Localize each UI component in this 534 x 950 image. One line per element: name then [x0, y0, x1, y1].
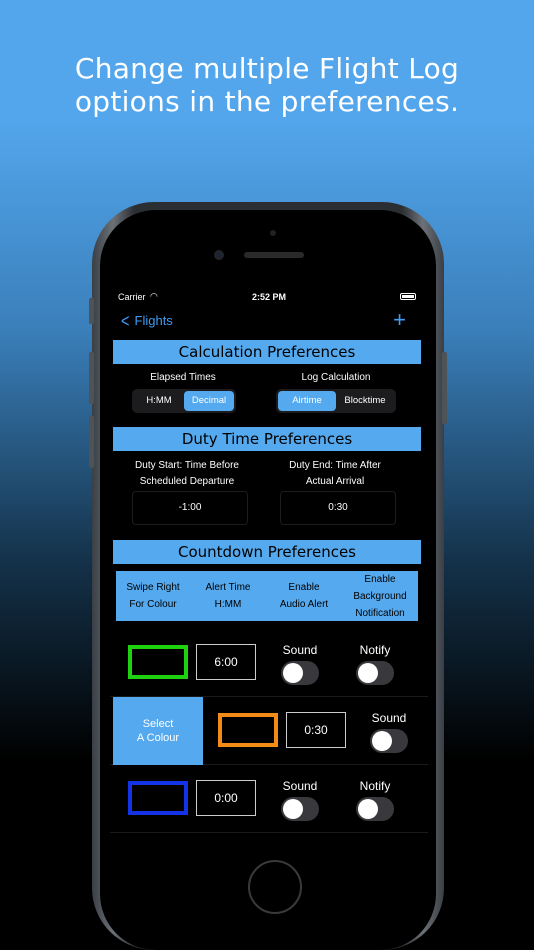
sound-label: Sound	[282, 779, 318, 793]
earpiece-speaker	[244, 252, 304, 258]
proximity-sensor	[270, 230, 276, 236]
countdown-row: 6:00 Sound Notify	[110, 629, 428, 697]
status-time: 2:52 PM	[251, 292, 286, 302]
sound-label: Sound	[371, 711, 407, 725]
select-colour-label-2: A Colour	[136, 732, 180, 744]
sound-label: Sound	[282, 643, 318, 657]
volume-up-button	[89, 352, 94, 404]
duty-start-label: Duty Start: Time Before Scheduled Depart…	[122, 458, 252, 490]
calculation-section-header: Calculation Preferences	[113, 340, 421, 364]
duty-section-header: Duty Time Preferences	[113, 427, 421, 451]
status-bar: Carrier ◠ 2:52 PM	[110, 291, 428, 305]
notify-label: Notify	[359, 643, 391, 657]
notify-toggle[interactable]	[356, 797, 394, 821]
headline: Change multiple Flight Log options in th…	[0, 52, 534, 118]
back-button[interactable]: < Flights	[120, 310, 173, 331]
column-header-swipe: Swipe Right For Colour	[126, 582, 180, 610]
sound-toggle[interactable]	[370, 729, 408, 753]
countdown-column-headers: Swipe Right For Colour Alert Time H:MM Ena…	[116, 571, 418, 621]
duty-start-field[interactable]: -1:00	[132, 491, 248, 525]
column-header-alert-time: Alert Time H:MM	[205, 582, 251, 610]
select-colour-button[interactable]: Select A Colour	[113, 697, 203, 765]
column-header-notification: Enable Background Notification	[353, 573, 407, 619]
back-label: Flights	[134, 313, 173, 328]
segment-decimal[interactable]: Decimal	[184, 391, 234, 411]
navigation-bar: < Flights +	[110, 307, 428, 333]
elapsed-times-label: Elapsed Times	[150, 372, 216, 383]
countdown-section-header: Countdown Preferences	[113, 540, 421, 564]
duty-end-label: Duty End: Time After Actual Arrival	[270, 458, 400, 490]
home-button[interactable]	[248, 860, 302, 914]
alert-time-field[interactable]: 6:00	[196, 644, 256, 680]
headline-line-2: options in the preferences.	[74, 85, 460, 118]
notify-toggle[interactable]	[356, 661, 394, 685]
volume-down-button	[89, 416, 94, 468]
segment-airtime[interactable]: Airtime	[278, 391, 336, 411]
app-screen: Carrier ◠ 2:52 PM < Flights + Calculatio…	[110, 287, 428, 835]
colour-swatch[interactable]	[128, 645, 188, 679]
alert-time-field[interactable]: 0:00	[196, 780, 256, 816]
notify-label: Notify	[359, 779, 391, 793]
front-camera-icon	[214, 250, 224, 260]
sound-toggle[interactable]	[281, 797, 319, 821]
colour-swatch[interactable]	[128, 781, 188, 815]
segment-hmm[interactable]: H:MM	[134, 391, 184, 411]
silent-switch	[89, 298, 94, 324]
alert-time-field[interactable]: 0:30	[286, 712, 346, 748]
log-calculation-segmented-control: Airtime Blocktime	[276, 389, 396, 413]
duty-start-label-line-1: Duty Start: Time Before	[135, 460, 239, 471]
colour-swatch[interactable]	[218, 713, 278, 747]
countdown-row: 0:00 Sound Notify	[110, 765, 428, 833]
battery-icon	[400, 293, 416, 300]
duty-end-field[interactable]: 0:30	[280, 491, 396, 525]
duty-end-label-line-2: Actual Arrival	[305, 476, 365, 487]
column-header-audio-alert: Enable Audio Alert	[279, 582, 329, 610]
duty-start-label-line-2: Scheduled Departure	[139, 476, 235, 487]
plus-icon[interactable]: +	[393, 307, 406, 333]
headline-line-1: Change multiple Flight Log	[74, 52, 460, 85]
log-calculation-label: Log Calculation	[301, 372, 371, 383]
elapsed-times-segmented-control: H:MM Decimal	[132, 389, 236, 413]
chevron-left-icon: <	[121, 310, 130, 331]
select-colour-label-1: Select	[142, 718, 174, 730]
power-button	[442, 352, 447, 424]
segment-blocktime[interactable]: Blocktime	[336, 391, 394, 411]
duty-end-label-line-1: Duty End: Time After	[289, 460, 381, 471]
sound-toggle[interactable]	[281, 661, 319, 685]
